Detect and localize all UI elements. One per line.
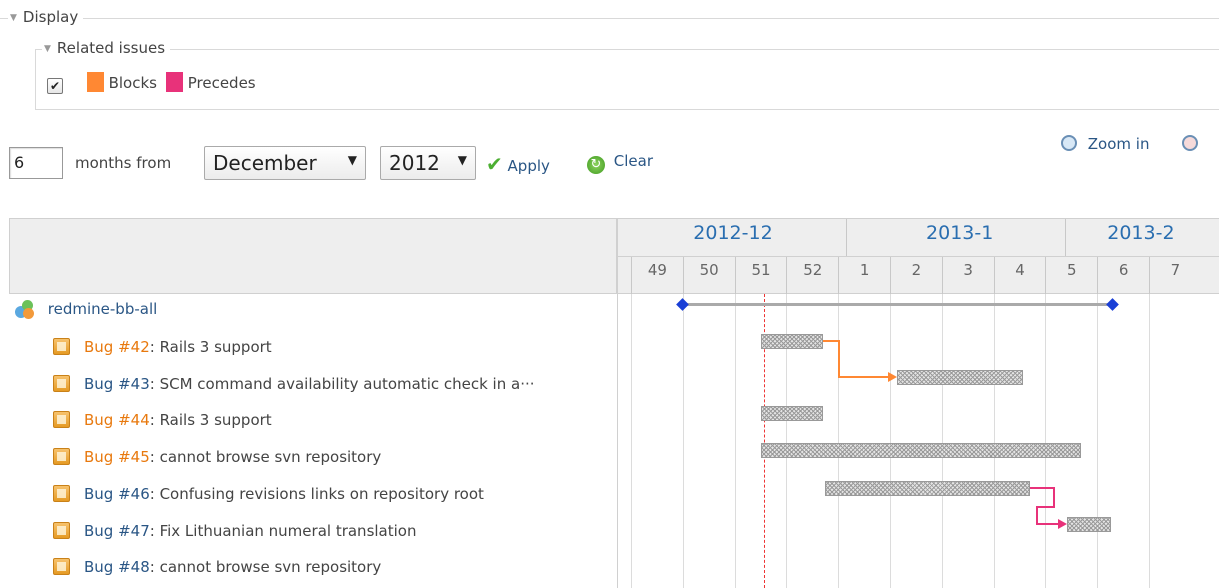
issue-link[interactable]: Bug #44 xyxy=(84,411,150,429)
display-legend[interactable]: ▼ Display xyxy=(8,8,84,26)
issue-link[interactable]: Bug #45 xyxy=(84,448,150,466)
project-start-diamond xyxy=(676,298,689,311)
bug-tracker-icon xyxy=(53,411,70,428)
dropdown-arrow-icon: ▼ xyxy=(347,153,357,167)
week-header: 6 xyxy=(1097,257,1149,294)
issue-link[interactable]: Bug #47 xyxy=(84,522,150,540)
issue-row: Bug #42: Rails 3 support xyxy=(53,338,272,362)
week-header: 1 xyxy=(838,257,890,294)
month-header: 2013-2 xyxy=(1065,219,1215,256)
issue-subject: : SCM command availability automatic che… xyxy=(149,375,535,393)
project-row: redmine-bb-all xyxy=(15,300,157,324)
blocks-label: Blocks xyxy=(108,74,157,92)
related-issues-border-left xyxy=(35,49,36,109)
apply-link[interactable]: ✔ Apply xyxy=(486,152,550,176)
issue-link[interactable]: Bug #48 xyxy=(84,558,150,576)
zoom-in-link[interactable]: Zoom in xyxy=(1061,135,1149,153)
issue-subject: : Confusing revisions links on repositor… xyxy=(149,485,484,503)
project-end-diamond xyxy=(1106,298,1119,311)
issue-bar[interactable] xyxy=(825,481,1030,496)
issue-bar[interactable] xyxy=(761,443,1081,458)
issue-link[interactable]: Bug #42 xyxy=(84,338,150,356)
week-header: 51 xyxy=(734,257,787,294)
related-issues-border-bottom xyxy=(35,109,1219,110)
dropdown-arrow-icon: ▼ xyxy=(457,153,467,167)
week-header: 52 xyxy=(786,257,838,294)
week-gridline xyxy=(1045,294,1047,588)
issue-bar[interactable] xyxy=(761,406,823,421)
subjects-header xyxy=(9,218,617,294)
week-gridline xyxy=(1097,294,1099,588)
bug-tracker-icon xyxy=(53,375,70,392)
week-header: 3 xyxy=(941,257,994,294)
week-header: 50 xyxy=(682,257,735,294)
bug-tracker-icon xyxy=(53,448,70,465)
blocks-color-swatch xyxy=(86,72,104,92)
week-header: 2 xyxy=(890,257,942,294)
magnifier-plus-icon xyxy=(1061,135,1077,151)
project-link[interactable]: redmine-bb-all xyxy=(48,300,158,318)
issue-row: Bug #47: Fix Lithuanian numeral translat… xyxy=(53,522,416,546)
precedes-arrowhead-icon xyxy=(1058,519,1067,529)
issue-row: Bug #48: cannot browse svn repository xyxy=(53,558,381,582)
issue-row: Bug #43: SCM command availability automa… xyxy=(53,375,535,399)
months-input[interactable]: 6 xyxy=(9,147,63,179)
issue-link[interactable]: Bug #43 xyxy=(84,375,150,393)
month-header: 2012-12 xyxy=(693,222,773,244)
week-gridline xyxy=(631,294,632,588)
week-header: 5 xyxy=(1045,257,1097,294)
week-gridline xyxy=(838,294,840,588)
reload-icon: ↻ xyxy=(587,156,605,174)
week-header: 49 xyxy=(631,257,683,294)
week-gridline xyxy=(993,294,995,588)
week-gridline xyxy=(682,294,684,588)
months-from-label: months from xyxy=(75,154,172,172)
precedes-color-swatch xyxy=(165,72,183,92)
blocks-relation-line xyxy=(823,340,889,378)
week-gridline xyxy=(890,294,891,588)
issue-row: Bug #44: Rails 3 support xyxy=(53,411,272,435)
draw-relations-checkbox[interactable]: ✔ xyxy=(47,78,63,94)
month-select[interactable]: December ▼ xyxy=(204,146,366,180)
issue-subject: : cannot browse svn repository xyxy=(149,448,382,466)
issue-subject: : Fix Lithuanian numeral translation xyxy=(149,522,417,540)
magnifier-minus-icon xyxy=(1182,135,1198,151)
issue-bar[interactable] xyxy=(897,370,1023,385)
related-issues-legend[interactable]: ▼ Related issues xyxy=(42,39,171,57)
issue-subject: : cannot browse svn repository xyxy=(149,558,382,576)
month-header: 2013-1 xyxy=(846,219,1072,256)
project-icon xyxy=(15,300,35,319)
week-gridline xyxy=(941,294,943,588)
clear-link[interactable]: ↻ Clear xyxy=(587,152,653,174)
related-issues-border-top xyxy=(35,49,1219,50)
week-gridline xyxy=(734,294,736,588)
collapse-triangle-icon: ▼ xyxy=(10,13,17,23)
week-header: 7 xyxy=(1149,257,1201,294)
week-header: 4 xyxy=(993,257,1046,294)
bug-tracker-icon xyxy=(53,558,70,575)
display-fieldset-border xyxy=(0,18,1219,19)
checkmark-icon: ✔ xyxy=(486,152,503,176)
issue-row: Bug #45: cannot browse svn repository xyxy=(53,448,381,472)
collapse-triangle-icon: ▼ xyxy=(44,44,51,54)
issue-row: Bug #46: Confusing revisions links on re… xyxy=(53,485,484,509)
zoom-out-link[interactable] xyxy=(1182,135,1198,155)
precedes-label: Precedes xyxy=(187,74,256,92)
project-bar xyxy=(684,303,1112,306)
related-issues-options: ✔ Blocks Precedes xyxy=(47,72,256,94)
year-select[interactable]: 2012 ▼ xyxy=(380,146,476,180)
issue-link[interactable]: Bug #46 xyxy=(84,485,150,503)
week-gridline xyxy=(1149,294,1150,588)
issue-subject: : Rails 3 support xyxy=(149,338,272,356)
issue-bar[interactable] xyxy=(761,334,823,349)
bug-tracker-icon xyxy=(53,522,70,539)
issue-subject: : Rails 3 support xyxy=(149,411,272,429)
bug-tracker-icon xyxy=(53,338,70,355)
bug-tracker-icon xyxy=(53,485,70,502)
issue-bar[interactable] xyxy=(1067,517,1111,532)
